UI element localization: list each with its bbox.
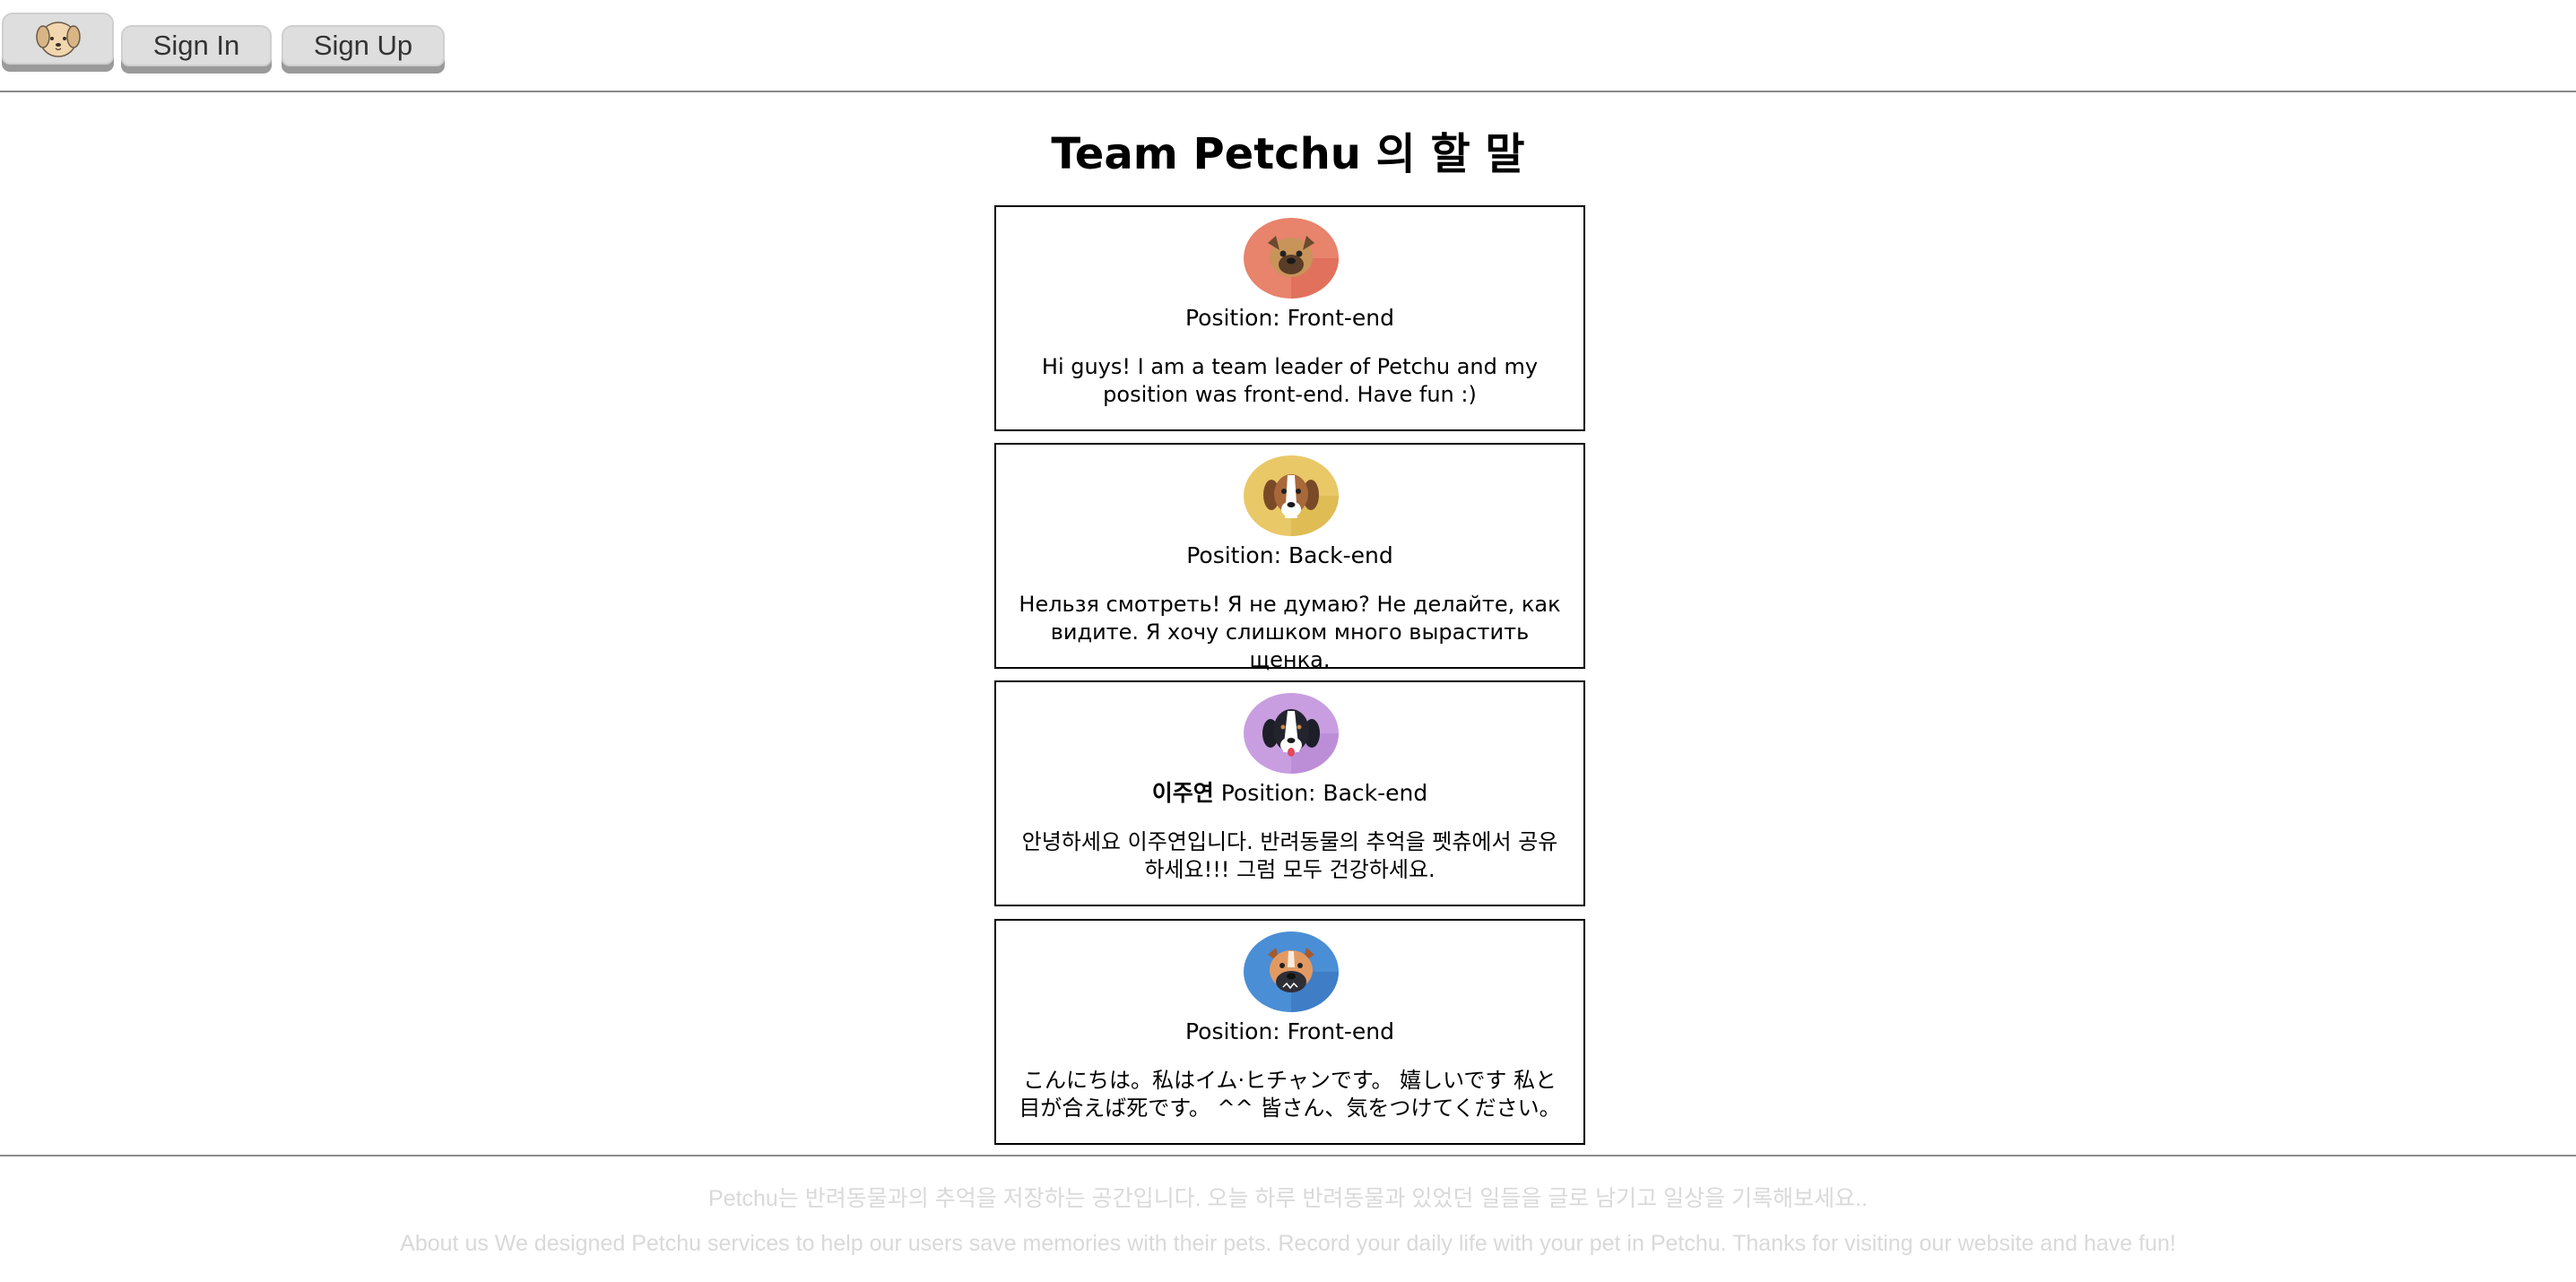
boxer-avatar-icon (1244, 931, 1339, 1012)
pug-avatar-icon (1244, 218, 1339, 299)
member-message: Hi guys! I am a team leader of Petchu an… (1041, 354, 1539, 407)
team-member-card: 이주연 Position: Back-end 안녕하세요 이주연입니다. 반려동… (994, 680, 1585, 906)
top-nav-bar: Sign In Sign Up (0, 0, 2576, 92)
member-message: Нельзя смотреть! Я не думаю? Не делайте,… (1019, 592, 1561, 672)
member-position: Position: Front-end (1184, 305, 1395, 331)
sign-in-button[interactable]: Sign In (121, 25, 272, 66)
footer: Petchu는 반려동물과의 추억을 저장하는 공간입니다. 오늘 하루 반려동… (0, 1155, 2576, 1282)
beagle-avatar-icon (1244, 455, 1339, 536)
puppy-face-icon (35, 22, 81, 57)
sign-up-button[interactable]: Sign Up (282, 25, 445, 66)
member-message: こんにちは。私はイム·ヒチャンです。 嬉しいです 私と目が合えば死です。 ^^ … (1019, 1068, 1561, 1121)
team-member-card: Position: Back-end Нельзя смотреть! Я не… (994, 443, 1585, 672)
member-name: 이주연 (1151, 780, 1214, 806)
footer-about-text: About us We designed Petchu services to … (400, 1231, 2176, 1256)
member-position: Position: Back-end (1186, 542, 1393, 568)
footer-korean-text: Petchu는 반려동물과의 추억을 저장하는 공간입니다. 오늘 하루 반려동… (708, 1186, 1868, 1211)
home-logo-button[interactable] (2, 13, 114, 65)
page-title: Team Petchu 의 할 말 (1051, 129, 1525, 179)
team-member-card: Position: Front-end Hi guys! I am a team… (994, 205, 1585, 431)
bernese-avatar-icon (1244, 693, 1339, 774)
member-position: Position: Back-end (1220, 780, 1428, 806)
team-member-card: Position: Front-end こんにちは。私はイム·ヒチャンです。 嬉… (994, 919, 1585, 1145)
member-message: 안녕하세요 이주연입니다. 반려동물의 추억을 펫츄에서 공유하세요!!! 그럼… (1021, 829, 1558, 882)
member-position: Position: Front-end (1184, 1018, 1395, 1044)
